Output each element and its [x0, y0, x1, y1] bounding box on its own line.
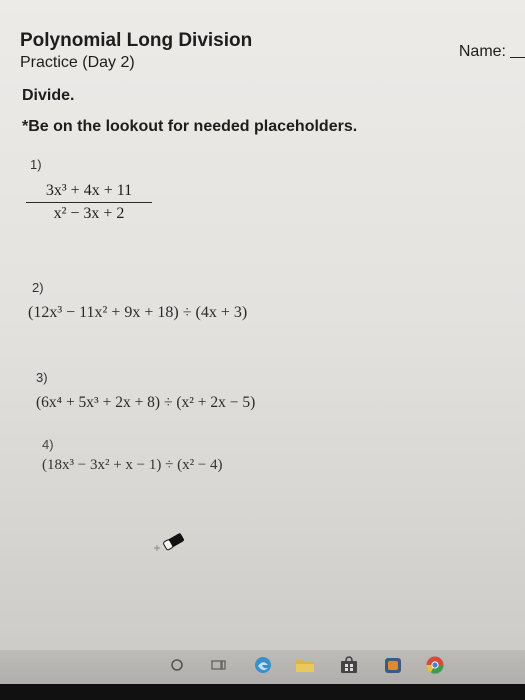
file-explorer-icon[interactable] — [294, 654, 316, 676]
problem-2-expression: (12x³ − 11x² + 9x + 18) ÷ (4x + 3) — [28, 304, 248, 321]
page-subtitle: Practice (Day 2) — [20, 54, 135, 71]
name-blank-line — [510, 57, 525, 58]
eraser-cursor-icon — [154, 533, 184, 551]
problem-4-number: 4) — [42, 437, 54, 452]
store-icon[interactable] — [338, 654, 360, 676]
page-title: Polynomial Long Division — [20, 30, 253, 51]
screen-bezel — [0, 684, 525, 700]
instruction-divide: Divide. — [22, 87, 75, 104]
name-field: Name: — [459, 43, 525, 61]
problem-1-denominator: x² − 3x + 2 — [53, 205, 125, 222]
problem-4-expression: (18x³ − 3x² + x − 1) ÷ (x² − 4) — [42, 457, 223, 473]
problem-1-numerator: 3x³ + 4x + 11 — [26, 182, 152, 203]
worksheet: Polynomial Long Division Practice (Day 2… — [0, 0, 525, 650]
edge-icon[interactable] — [252, 654, 274, 676]
problem-1-number: 1) — [30, 157, 42, 172]
chrome-icon[interactable] — [424, 654, 446, 676]
problem-2-number: 2) — [32, 280, 44, 295]
search-icon[interactable] — [166, 654, 188, 676]
problem-3-number: 3) — [36, 370, 48, 385]
problem-3-expression: (6x⁴ + 5x³ + 2x + 8) ÷ (x² + 2x − 5) — [36, 394, 256, 411]
name-label: Name: — [458, 43, 506, 60]
task-view-icon[interactable] — [208, 654, 230, 676]
problem-1-fraction: 3x³ + 4x + 11 x² − 3x + 2 — [26, 182, 152, 223]
instruction-note: *Be on the lookout for needed placeholde… — [22, 118, 358, 135]
app-icon[interactable] — [382, 654, 404, 676]
